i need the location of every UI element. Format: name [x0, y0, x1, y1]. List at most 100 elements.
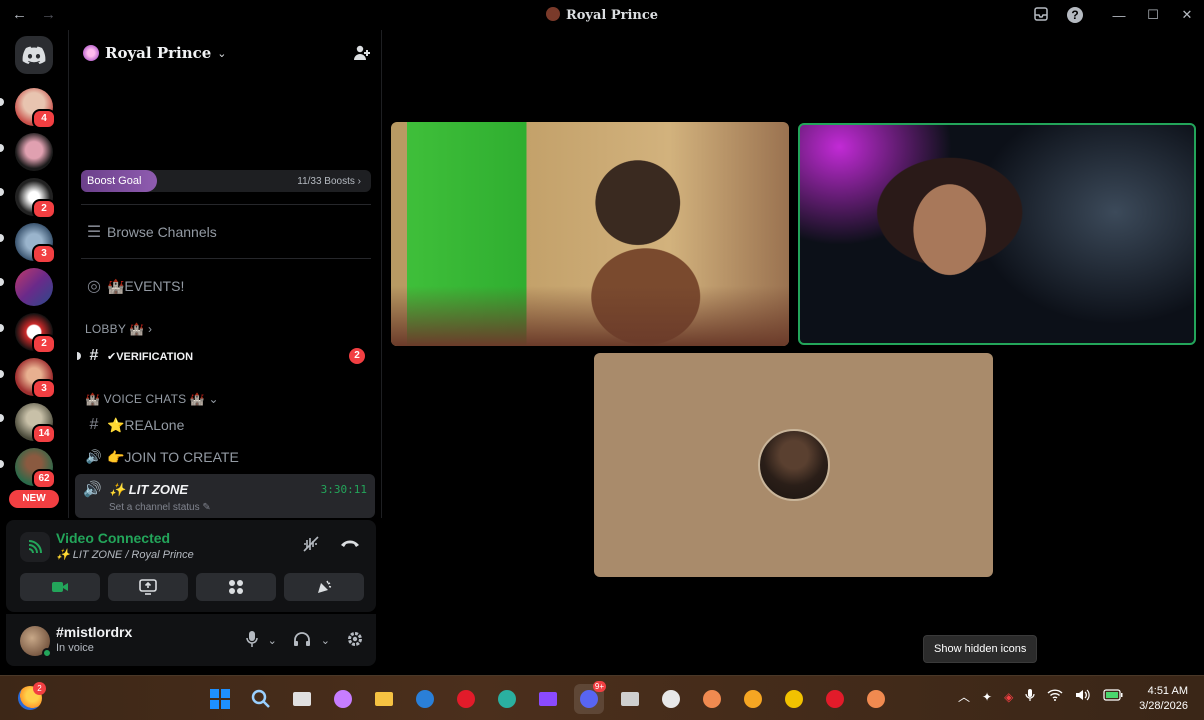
server-icon[interactable]: 4 [15, 88, 56, 129]
show-hidden-icons-chevron-icon[interactable]: ︿ [958, 688, 970, 705]
server-name: Royal Prince [105, 44, 212, 62]
set-channel-status[interactable]: Set a channel status ✎ [109, 502, 211, 513]
mention-badge: 3 [32, 244, 56, 264]
camera-icon[interactable] [615, 684, 645, 714]
voice-button-row [20, 573, 364, 601]
server-icon[interactable]: 3 [15, 223, 56, 264]
boost-goal-bar[interactable]: Boost Goal 11/33 Boosts › [81, 170, 371, 192]
activities-button[interactable] [196, 573, 276, 601]
signal-icon[interactable] [20, 532, 50, 562]
server-header[interactable]: Royal Prince ⌄ [83, 44, 227, 62]
video-tile-participant-3[interactable] [594, 353, 993, 577]
channel-realone[interactable]: # ⭐REALone [81, 411, 371, 439]
battery-icon[interactable] [1103, 689, 1123, 704]
taskbar-clock[interactable]: 4:51 AM 3/28/2026 [1139, 684, 1188, 714]
server-emblem-icon [83, 45, 99, 61]
avatar [757, 429, 830, 501]
opera-icon[interactable] [451, 684, 481, 714]
unread-pip [0, 370, 4, 378]
server-icon[interactable] [15, 133, 53, 171]
new-unreads-pill[interactable]: NEW [9, 490, 59, 508]
steam-icon[interactable] [656, 684, 686, 714]
screen-share-button[interactable] [108, 573, 188, 601]
minimize-button[interactable]: — [1102, 8, 1136, 23]
microphone-icon[interactable] [1025, 688, 1035, 705]
copilot-icon[interactable] [328, 684, 358, 714]
user-panel: #mistlordrx In voice ⌄ ⌄ [6, 614, 376, 666]
server-icon[interactable]: 3 [15, 358, 56, 399]
window-title-text: Royal Prince [565, 8, 659, 23]
active-voice-channel[interactable]: 🔊 ✨ LIT ZONE 3:30:11 Set a channel statu… [75, 474, 375, 518]
voice-actions [302, 536, 360, 557]
disconnect-icon[interactable] [340, 536, 360, 557]
maximize-button[interactable]: ☐ [1136, 7, 1170, 23]
unread-pip [0, 278, 4, 286]
noise-suppression-icon[interactable] [302, 536, 320, 557]
fl-studio-icon[interactable] [738, 684, 768, 714]
server-icon[interactable]: 2 [15, 178, 56, 219]
microphone-icon[interactable] [245, 630, 258, 651]
text-channel-icon: # [89, 416, 99, 433]
invite-people-icon[interactable] [353, 44, 371, 67]
channel-realone-label: ⭐REALone [107, 416, 185, 433]
discord-home-button[interactable] [15, 36, 53, 74]
boost-goal-label: Boost Goal [81, 170, 158, 192]
inbox-icon[interactable] [1024, 6, 1058, 24]
username[interactable]: #mistlordrx [56, 624, 132, 640]
dropbox-icon[interactable]: ✦ [982, 690, 992, 704]
file-explorer-icon[interactable] [369, 684, 399, 714]
voice-status-title[interactable]: Video Connected [56, 530, 170, 546]
category-voice-chats[interactable]: 🏰 VOICE CHATS 🏰 ⌄ [85, 392, 219, 406]
camera-button[interactable] [20, 573, 100, 601]
mention-badge: 62 [32, 469, 56, 489]
voice-status-channel: ✨ LIT ZONE / Royal Prince [56, 549, 194, 561]
camera-icon [52, 582, 68, 592]
server-icon[interactable] [15, 268, 53, 306]
unread-pip [0, 98, 4, 106]
volume-icon[interactable] [1075, 689, 1091, 704]
opera-gx-icon[interactable] [820, 684, 850, 714]
video-tile-participant-2-speaking[interactable] [798, 123, 1196, 345]
activities-icon [229, 580, 243, 594]
game-app-1-icon[interactable] [697, 684, 727, 714]
unread-pip [0, 324, 4, 332]
category-lobby[interactable]: LOBBY 🏰 › [85, 322, 152, 336]
unread-pip [0, 460, 4, 468]
channel-join-to-create[interactable]: 🔊 👉JOIN TO CREATE [81, 443, 371, 471]
headphones-icon[interactable] [293, 631, 311, 650]
help-icon[interactable]: ? [1058, 7, 1092, 23]
search-icon[interactable] [246, 684, 276, 714]
antivirus-icon[interactable]: ◈ [1004, 690, 1013, 704]
server-icon[interactable]: 14 [15, 403, 56, 444]
discord-app-icon[interactable]: 9+ [574, 681, 606, 714]
voice-channel-icon: 🔊 [85, 449, 103, 464]
discord-logo-icon [22, 46, 46, 64]
chevron-down-icon[interactable]: ⌄ [321, 634, 330, 647]
unread-pip [0, 234, 4, 242]
server-icon[interactable]: 2 [15, 313, 56, 354]
game-app-2-icon[interactable] [861, 684, 891, 714]
settings-gear-icon[interactable] [346, 630, 364, 651]
channel-events[interactable]: ◎ 🏰EVENTS! [81, 272, 371, 300]
chevron-down-icon[interactable]: ⌄ [268, 634, 277, 647]
chrome-icon[interactable] [779, 684, 809, 714]
task-view-icon[interactable] [287, 684, 317, 714]
edge-icon[interactable] [492, 684, 522, 714]
video-tile-participant-1[interactable] [391, 122, 789, 346]
outlook-icon[interactable] [410, 684, 440, 714]
notification-badge: 9+ [592, 681, 606, 692]
windows-start-icon[interactable] [205, 684, 235, 714]
server-icon[interactable]: 62 [15, 448, 56, 489]
wifi-icon[interactable] [1047, 689, 1063, 704]
soundboard-button[interactable] [284, 573, 364, 601]
title-bar: ← → Royal Prince ? — ☐ ✕ [0, 0, 1204, 30]
clipchamp-icon[interactable] [533, 684, 563, 714]
speaker-icon: 🔊 [83, 481, 102, 498]
browse-channels[interactable]: ☰ Browse Channels [81, 218, 371, 246]
voice-connection-panel: Video Connected ✨ LIT ZONE / Royal Princ… [6, 520, 376, 612]
close-button[interactable]: ✕ [1170, 7, 1204, 23]
weather-widget-icon[interactable]: 2 [18, 682, 46, 710]
server-avatar-icon [545, 7, 560, 21]
tooltip: Show hidden icons [923, 635, 1038, 663]
channel-verification[interactable]: # ✔VERIFICATION 2 [77, 342, 371, 370]
